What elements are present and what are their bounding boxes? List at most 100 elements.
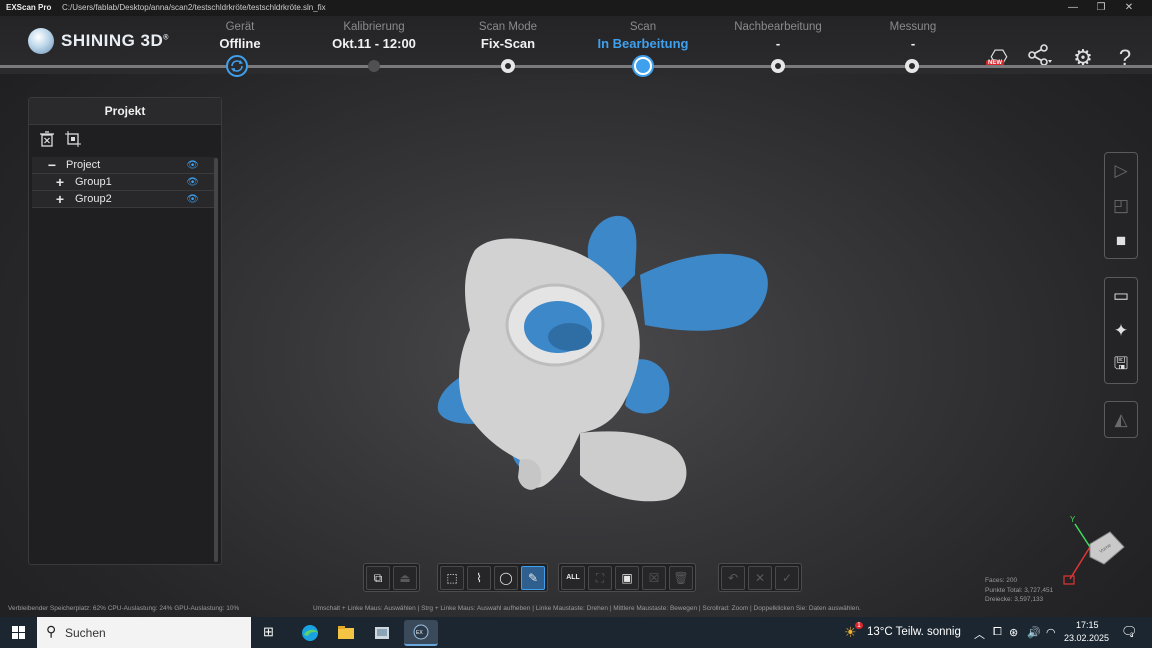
step-scan-node[interactable] — [632, 55, 654, 77]
panel-toolbar — [29, 125, 221, 157]
clock-time[interactable]: 17:15 — [1076, 620, 1099, 630]
select-all-button[interactable]: ALL — [561, 566, 585, 590]
step-measurement[interactable]: Messung - — [843, 21, 983, 51]
visibility-eye-icon[interactable]: 👁 — [186, 175, 199, 191]
step-calibration-label: Kalibrierung — [343, 21, 405, 33]
brush-select-icon[interactable]: ✎ — [521, 566, 545, 590]
selection-ops-group: ALL ⛶ ▣ ☒ 🗑 — [558, 563, 696, 592]
clear-selection-icon[interactable]: ☒ — [642, 566, 666, 590]
step-calibration[interactable]: Kalibrierung Okt.11 - 12:00 — [304, 21, 444, 51]
title-bar: EXScan Pro C:/Users/fablab/Desktop/anna/… — [0, 0, 1152, 16]
shining3d-logo: SHINING 3D® — [28, 28, 169, 54]
invert-selection-icon[interactable]: ⛶ — [588, 566, 612, 590]
step-measurement-label: Messung — [889, 21, 937, 33]
play-icon[interactable]: ▷ — [1105, 153, 1137, 188]
logo-text: SHINING 3D® — [61, 31, 169, 50]
weather-badge: 1 — [855, 622, 863, 629]
tree-row-project[interactable]: − Project 👁 — [32, 157, 217, 174]
wifi-icon[interactable]: ◠ — [1046, 626, 1056, 639]
visibility-eye-icon[interactable]: 👁 — [186, 158, 199, 174]
exscan-app-icon[interactable]: EX — [404, 620, 438, 646]
step-scan-mode[interactable]: Scan Mode Fix-Scan — [438, 21, 578, 51]
notification-count: 3 — [1130, 633, 1134, 639]
step-scan[interactable]: Scan In Bearbeitung — [573, 21, 713, 51]
step-device[interactable]: Gerät Offline — [170, 21, 310, 51]
logo-globe-icon — [28, 28, 54, 54]
step-postprocessing-label: Nachbearbeitung — [734, 21, 822, 33]
select-connected-icon[interactable]: ▣ — [615, 566, 639, 590]
step-postprocessing[interactable]: Nachbearbeitung - — [708, 21, 848, 51]
tree-item-label: Group1 — [75, 176, 112, 188]
expand-icon[interactable]: + — [54, 191, 66, 207]
step-calibration-node[interactable] — [368, 60, 380, 72]
windows-taskbar: ⚲ Suchen ⊞ EX ☀ 1 13°C Teilw. sonnig ︿ ⧠… — [0, 617, 1152, 648]
windows-start-icon[interactable] — [12, 626, 25, 639]
weather-text[interactable]: 13°C Teilw. sonnig — [867, 626, 961, 638]
mesh-control-group: ◭ — [1104, 401, 1138, 438]
view-cube-icon[interactable]: ⧉ — [366, 566, 390, 590]
device-icon[interactable]: ⧠ — [993, 626, 1002, 639]
volume-icon[interactable]: 🔊 — [1027, 626, 1041, 639]
lasso-select-icon[interactable]: ◯ — [494, 566, 518, 590]
photos-app-icon[interactable] — [368, 620, 396, 646]
mouse-hints: Umschalt + Linke Maus: Auswählen | Strg … — [313, 605, 861, 612]
tree-item-label: Project — [66, 159, 101, 171]
taskbar-search[interactable]: ⚲ Suchen — [37, 617, 251, 648]
panel-title: Projekt — [29, 98, 221, 125]
app-name: EXScan Pro — [6, 3, 52, 12]
collapse-icon[interactable]: − — [46, 157, 58, 173]
orientation-gizmo[interactable]: Y Vorne — [1060, 512, 1130, 590]
delete-selection-icon[interactable]: 🗑 — [669, 566, 693, 590]
scan-model-viewport[interactable] — [420, 205, 780, 515]
step-measurement-node[interactable] — [905, 59, 919, 73]
mesh-terrain-icon[interactable]: ◭ — [1105, 402, 1137, 437]
step-postprocessing-value: - — [775, 36, 781, 51]
faces-count: Faces: 200 — [985, 577, 1018, 584]
network-adapter-icon[interactable]: ⊛ — [1009, 626, 1018, 639]
close-icon[interactable]: ✕ — [1114, 0, 1144, 16]
axis-y-label: Y — [1070, 515, 1076, 524]
polygon-select-icon[interactable]: ⌇ — [467, 566, 491, 590]
clock-date[interactable]: 23.02.2025 — [1064, 633, 1109, 643]
view-tools-group: ⧉ ⏏ — [363, 563, 420, 592]
delete-trash-icon[interactable] — [39, 131, 55, 147]
triangles-count: Dreiecke: 3,597,133 — [985, 596, 1044, 603]
file-explorer-icon[interactable] — [332, 620, 360, 646]
tree-row-group2[interactable]: + Group2 👁 — [32, 191, 217, 208]
selection-tools-group: ⬚ ⌇ ◯ ✎ — [437, 563, 548, 592]
project-panel: Projekt − Project 👁 + Group1 👁 + Group2 … — [28, 97, 222, 565]
undo-icon[interactable]: ↶ — [721, 566, 745, 590]
frame-icon[interactable]: ◰ — [1105, 188, 1137, 223]
scan-control-group: ▷ ◰ ■ — [1104, 152, 1138, 259]
axis-x-icon — [1063, 575, 1075, 585]
step-scan-mode-node[interactable] — [501, 59, 515, 73]
group-merge-icon[interactable] — [65, 131, 81, 147]
confirm-icon[interactable]: ✓ — [775, 566, 799, 590]
task-view-icon[interactable]: ⊞ — [263, 624, 274, 640]
visibility-eye-icon[interactable]: 👁 — [186, 192, 199, 208]
tree-row-group1[interactable]: + Group1 👁 — [32, 174, 217, 191]
edge-browser-icon[interactable] — [296, 620, 324, 646]
step-scan-label: Scan — [629, 21, 657, 33]
expand-icon[interactable]: + — [54, 174, 66, 190]
search-icon: ⚲ — [46, 623, 57, 639]
window-panel-icon[interactable]: ▭ — [1105, 278, 1137, 313]
cancel-icon[interactable]: ✕ — [748, 566, 772, 590]
rect-select-icon[interactable]: ⬚ — [440, 566, 464, 590]
system-status: Verbleibender Speicherplatz: 62% CPU-Aus… — [8, 605, 240, 612]
view-plane-icon[interactable]: ⏏ — [393, 566, 417, 590]
file-path: C:/Users/fablab/Desktop/anna/scan2/tests… — [62, 3, 326, 12]
chevron-up-icon[interactable]: ︿ — [974, 626, 985, 642]
stop-icon[interactable]: ■ — [1105, 223, 1137, 258]
mesh-stats: Faces: 200 Punkte Total: 3,727,451 Dreie… — [985, 576, 1053, 605]
panel-scrollbar[interactable] — [214, 158, 218, 562]
step-device-label: Gerät — [225, 21, 255, 33]
step-postprocessing-node[interactable] — [771, 59, 785, 73]
step-calibration-value: Okt.11 - 12:00 — [332, 36, 416, 51]
save-icon[interactable]: 🖫 — [1105, 348, 1137, 383]
puzzle-merge-icon[interactable]: ✦ — [1105, 313, 1137, 348]
restore-icon[interactable]: ❐ — [1086, 0, 1116, 16]
minimize-icon[interactable]: — — [1058, 0, 1088, 16]
step-device-node-sync-icon[interactable] — [226, 55, 248, 77]
tree-item-label: Group2 — [75, 193, 112, 205]
